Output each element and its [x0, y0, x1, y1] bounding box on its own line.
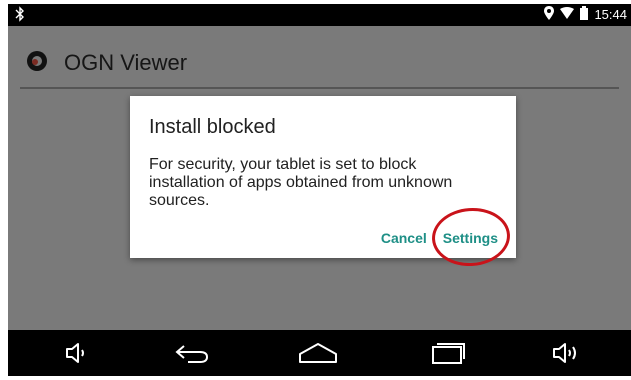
- dialog-buttons: Cancel Settings: [381, 230, 498, 246]
- volume-up-icon[interactable]: [548, 338, 588, 368]
- clock: 15:44: [594, 7, 627, 22]
- volume-down-icon[interactable]: [58, 338, 98, 368]
- home-icon[interactable]: [298, 338, 338, 368]
- dialog-title: Install blocked: [149, 116, 276, 138]
- bluetooth-icon: [12, 6, 28, 22]
- wifi-icon: [560, 6, 575, 24]
- settings-button[interactable]: Settings: [443, 230, 498, 246]
- dialog-message: For security, your tablet is set to bloc…: [149, 156, 453, 209]
- tablet-screen: 15:44 OGN Viewer Install blocked For sec…: [8, 4, 631, 376]
- install-blocked-dialog: Install blocked For security, your table…: [130, 96, 516, 258]
- battery-icon: [580, 5, 589, 25]
- location-icon: [544, 5, 555, 25]
- app-bar-divider: [20, 87, 619, 89]
- recents-icon[interactable]: [428, 338, 468, 368]
- navigation-bar: [8, 330, 631, 376]
- back-icon[interactable]: [172, 338, 212, 368]
- app-title: OGN Viewer: [64, 50, 188, 75]
- cancel-button[interactable]: Cancel: [381, 230, 427, 246]
- ogn-logo-icon: [26, 50, 48, 72]
- app-bar: OGN Viewer: [8, 26, 631, 89]
- status-bar: 15:44: [8, 4, 631, 26]
